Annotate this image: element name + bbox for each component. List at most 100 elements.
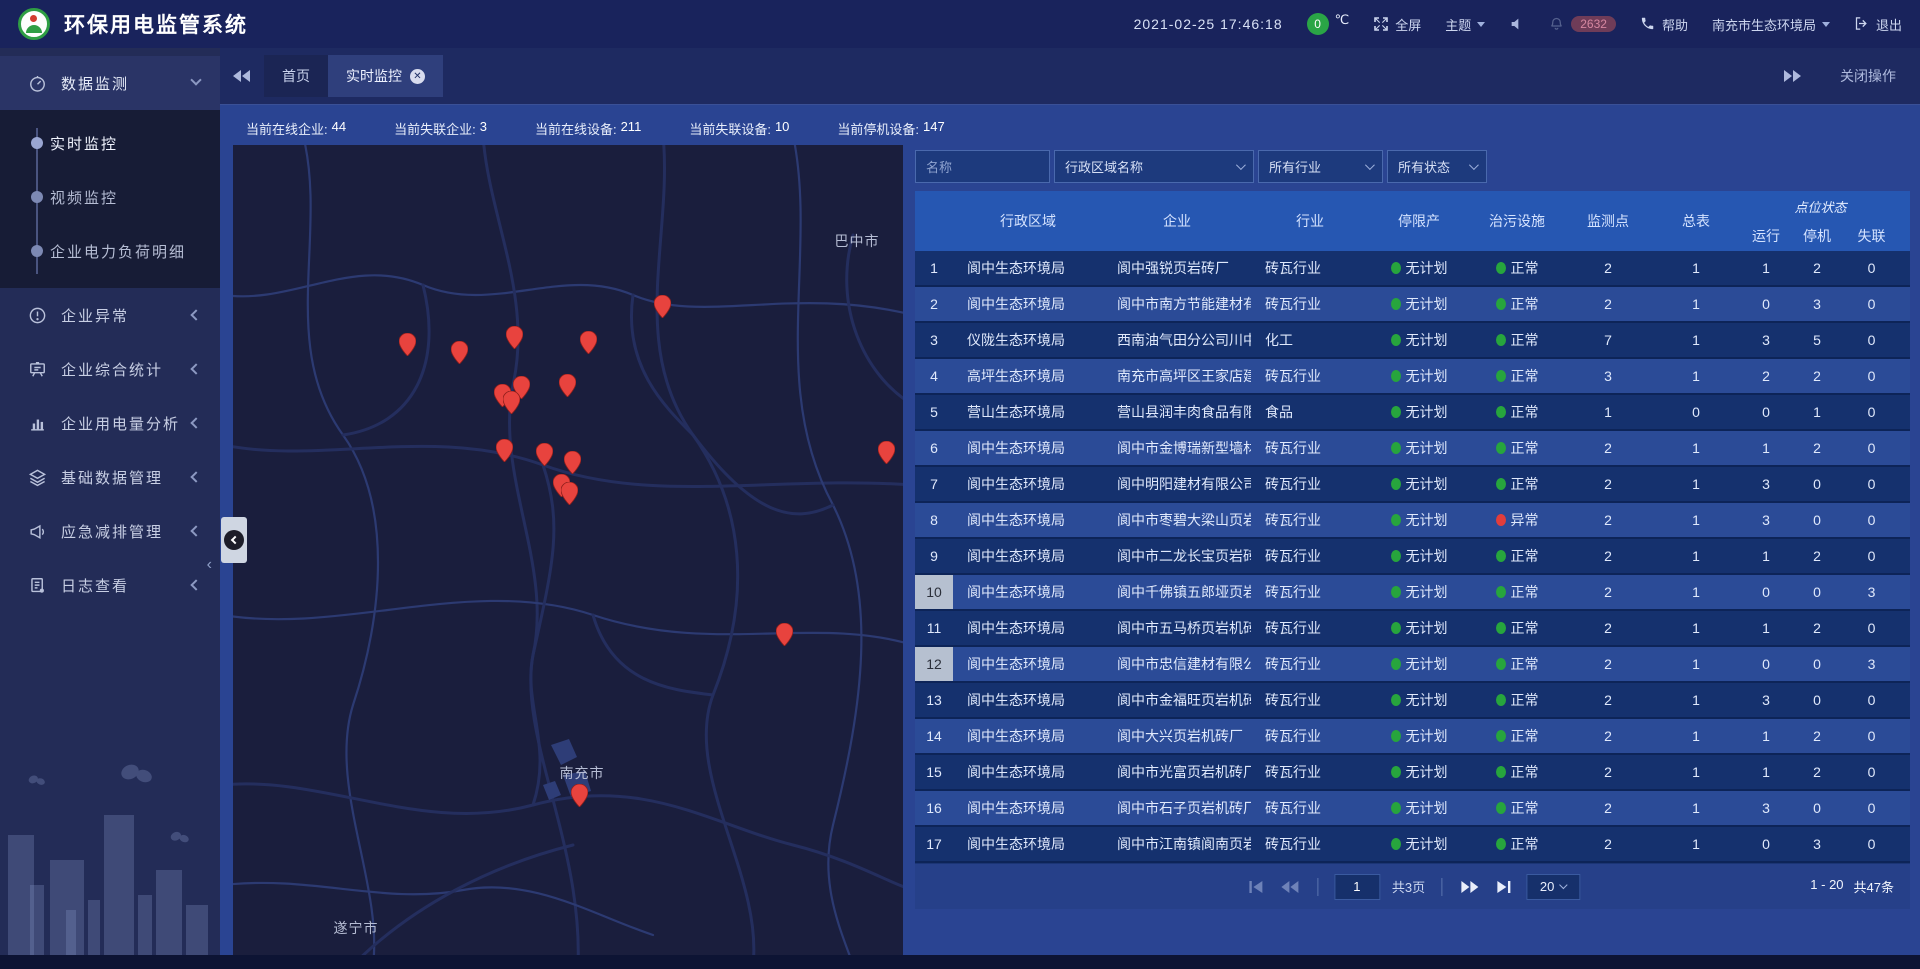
map-pin-icon[interactable] — [561, 482, 578, 505]
table-row[interactable]: 16阆中生态环境局阆中市石子页岩机砖厂砖瓦行业无计划正常21300 — [915, 791, 1910, 827]
map-pin-icon[interactable] — [503, 391, 520, 414]
tabs-scroll-left-button[interactable] — [220, 55, 264, 97]
table-row[interactable]: 15阆中生态环境局阆中市光富页岩机砖厂砖瓦行业无计划正常21120 — [915, 755, 1910, 791]
table-row[interactable]: 12阆中生态环境局阆中市忠信建材有限公砖瓦行业无计划正常21003 — [915, 647, 1910, 683]
row-run-cell: 3 — [1741, 692, 1791, 708]
table-row[interactable]: 6阆中生态环境局阆中市金博瑞新型墙材砖瓦行业无计划正常21120 — [915, 431, 1910, 467]
table-row[interactable]: 1阆中生态环境局阆中强锐页岩砖厂砖瓦行业无计划正常21120 — [915, 251, 1910, 287]
row-company-cell: 阆中市枣碧大梁山页岩 — [1103, 510, 1251, 530]
map-panel[interactable]: 巴中市南充市遂宁市 — [233, 145, 903, 955]
tab-realtime-label: 实时监控 — [346, 66, 402, 86]
name-search-input[interactable]: 名称 — [915, 150, 1050, 183]
map-pin-icon[interactable] — [506, 326, 523, 349]
page-number-input[interactable]: 1 — [1334, 874, 1380, 900]
sidebar-subitem-0-0[interactable]: 实时监控 — [0, 116, 220, 170]
table-row[interactable]: 9阆中生态环境局阆中市二龙长宝页岩砖砖瓦行业无计划正常21120 — [915, 539, 1910, 575]
sidebar-item-label: 数据监测 — [61, 73, 129, 94]
mute-button[interactable] — [1509, 16, 1525, 32]
last-page-button[interactable] — [1492, 876, 1514, 898]
table-row[interactable]: 8阆中生态环境局阆中市枣碧大梁山页岩砖瓦行业无计划异常21300 — [915, 503, 1910, 539]
sidebar-item-5[interactable]: 应急减排管理 — [0, 504, 220, 558]
sidebar: 数据监测实时监控视频监控企业电力负荷明细企业异常企业综合统计企业用电量分析基础数… — [0, 48, 220, 955]
map-pin-icon[interactable] — [580, 331, 597, 354]
map-city-label: 遂宁市 — [334, 918, 379, 938]
tab-close-icon[interactable]: ✕ — [410, 69, 425, 84]
app-title: 环保用电监管系统 — [64, 9, 248, 39]
sidebar-subitem-0-2[interactable]: 企业电力负荷明细 — [0, 224, 220, 278]
status-dot-green-icon — [1391, 586, 1401, 598]
row-facility-status-cell: 正常 — [1469, 690, 1565, 710]
map-pin-icon[interactable] — [399, 333, 416, 356]
sidebar-collapse-chevron[interactable]: ‹ — [207, 556, 212, 574]
row-facility-status-cell: 正常 — [1469, 834, 1565, 854]
map-pin-icon[interactable] — [496, 439, 513, 462]
tab-home[interactable]: 首页 — [264, 55, 328, 97]
table-row[interactable]: 10阆中生态环境局阆中千佛镇五郎垭页岩砖瓦行业无计划正常21003 — [915, 575, 1910, 611]
map-pin-icon[interactable] — [571, 784, 588, 807]
help-button[interactable]: 帮助 — [1640, 15, 1688, 34]
table-row[interactable]: 3仪陇生态环境局西南油气田分公司川中化工无计划正常71350 — [915, 323, 1910, 359]
status-dot-green-icon — [1496, 838, 1506, 850]
stat-label: 当前在线设备: — [535, 119, 617, 138]
theme-dropdown[interactable]: 主题 — [1445, 15, 1485, 34]
map-collapse-handle[interactable] — [221, 517, 247, 563]
table-row[interactable]: 11阆中生态环境局阆中市五马桥页岩机砖砖瓦行业无计划正常21120 — [915, 611, 1910, 647]
status-dot-green-icon — [1496, 298, 1506, 310]
sidebar-item-1[interactable]: 企业异常 — [0, 288, 220, 342]
table-row[interactable]: 5营山生态环境局营山县润丰肉食品有限食品无计划正常10010 — [915, 395, 1910, 431]
region-select[interactable]: 行政区域名称 — [1054, 150, 1254, 183]
map-pin-icon[interactable] — [654, 295, 671, 318]
sidebar-item-4[interactable]: 基础数据管理 — [0, 450, 220, 504]
stats-bar: 当前在线企业: 44当前失联企业: 3当前在线设备: 211当前失联设备: 10… — [220, 106, 1920, 150]
prev-page-button[interactable] — [1279, 876, 1301, 898]
page-size-select[interactable]: 20 — [1526, 874, 1580, 900]
status-dot-green-icon — [1496, 586, 1506, 598]
status-dot-green-icon — [1496, 694, 1506, 706]
map-pin-icon[interactable] — [536, 443, 553, 466]
row-company-cell: 阆中千佛镇五郎垭页岩 — [1103, 582, 1251, 602]
tab-realtime-monitor[interactable]: 实时监控 ✕ — [328, 55, 443, 97]
org-dropdown[interactable]: 南充市生态环境局 — [1712, 15, 1830, 34]
close-operations-button[interactable]: 关闭操作 — [1840, 66, 1896, 86]
row-stop-cell: 0 — [1791, 692, 1843, 708]
sidebar-item-2[interactable]: 企业综合统计 — [0, 342, 220, 396]
industry-select[interactable]: 所有行业 — [1258, 150, 1383, 183]
limit-status-text: 无计划 — [1406, 510, 1448, 530]
map-pin-icon[interactable] — [451, 341, 468, 364]
sidebar-item-3[interactable]: 企业用电量分析 — [0, 396, 220, 450]
table-row[interactable]: 13阆中生态环境局阆中市金福旺页岩机砖砖瓦行业无计划正常21300 — [915, 683, 1910, 719]
first-page-button[interactable] — [1245, 876, 1267, 898]
status-select[interactable]: 所有状态 — [1387, 150, 1487, 183]
table-row[interactable]: 7阆中生态环境局阆中明阳建材有限公司砖瓦行业无计划正常21300 — [915, 467, 1910, 503]
row-region-cell: 阆中生态环境局 — [953, 690, 1103, 710]
table-row[interactable]: 4高坪生态环境局南充市高坪区王家店建砖瓦行业无计划正常31220 — [915, 359, 1910, 395]
speaker-icon — [1509, 16, 1525, 32]
table-row[interactable]: 2阆中生态环境局阆中市南方节能建材有砖瓦行业无计划正常21030 — [915, 287, 1910, 323]
row-limit-status-cell: 无计划 — [1369, 726, 1469, 746]
map-pin-icon[interactable] — [878, 441, 895, 464]
map-pin-icon[interactable] — [564, 451, 581, 474]
notification-widget[interactable]: 2632 — [1549, 16, 1616, 32]
status-dot-green-icon — [1391, 766, 1401, 778]
table-header: 行政区域 企业 行业 停限产 治污设施 监测点 总表 点位状态 运行 停机 失联 — [915, 191, 1910, 251]
row-lost-cell: 0 — [1843, 620, 1900, 636]
facility-status-text: 正常 — [1511, 474, 1539, 494]
tabs-scroll-right-button[interactable] — [1770, 55, 1814, 97]
map-pin-icon[interactable] — [559, 374, 576, 397]
next-page-button[interactable] — [1458, 876, 1480, 898]
fullscreen-button[interactable]: 全屏 — [1373, 15, 1421, 34]
row-run-cell: 0 — [1741, 656, 1791, 672]
row-industry-cell: 砖瓦行业 — [1251, 654, 1369, 674]
row-points-cell: 3 — [1565, 368, 1651, 384]
row-facility-status-cell: 正常 — [1469, 474, 1565, 494]
map-pin-icon[interactable] — [776, 623, 793, 646]
facility-status-text: 正常 — [1511, 690, 1539, 710]
row-region-cell: 阆中生态环境局 — [953, 546, 1103, 566]
table-row[interactable]: 14阆中生态环境局阆中大兴页岩机砖厂砖瓦行业无计划正常21120 — [915, 719, 1910, 755]
sidebar-item-6[interactable]: 日志查看 — [0, 558, 220, 612]
row-industry-cell: 砖瓦行业 — [1251, 294, 1369, 314]
sidebar-subitem-0-1[interactable]: 视频监控 — [0, 170, 220, 224]
sidebar-item-0[interactable]: 数据监测 — [0, 56, 220, 110]
table-row[interactable]: 17阆中生态环境局阆中市江南镇阆南页岩砖瓦行业无计划正常21030 — [915, 827, 1910, 863]
logout-button[interactable]: 退出 — [1854, 15, 1902, 34]
